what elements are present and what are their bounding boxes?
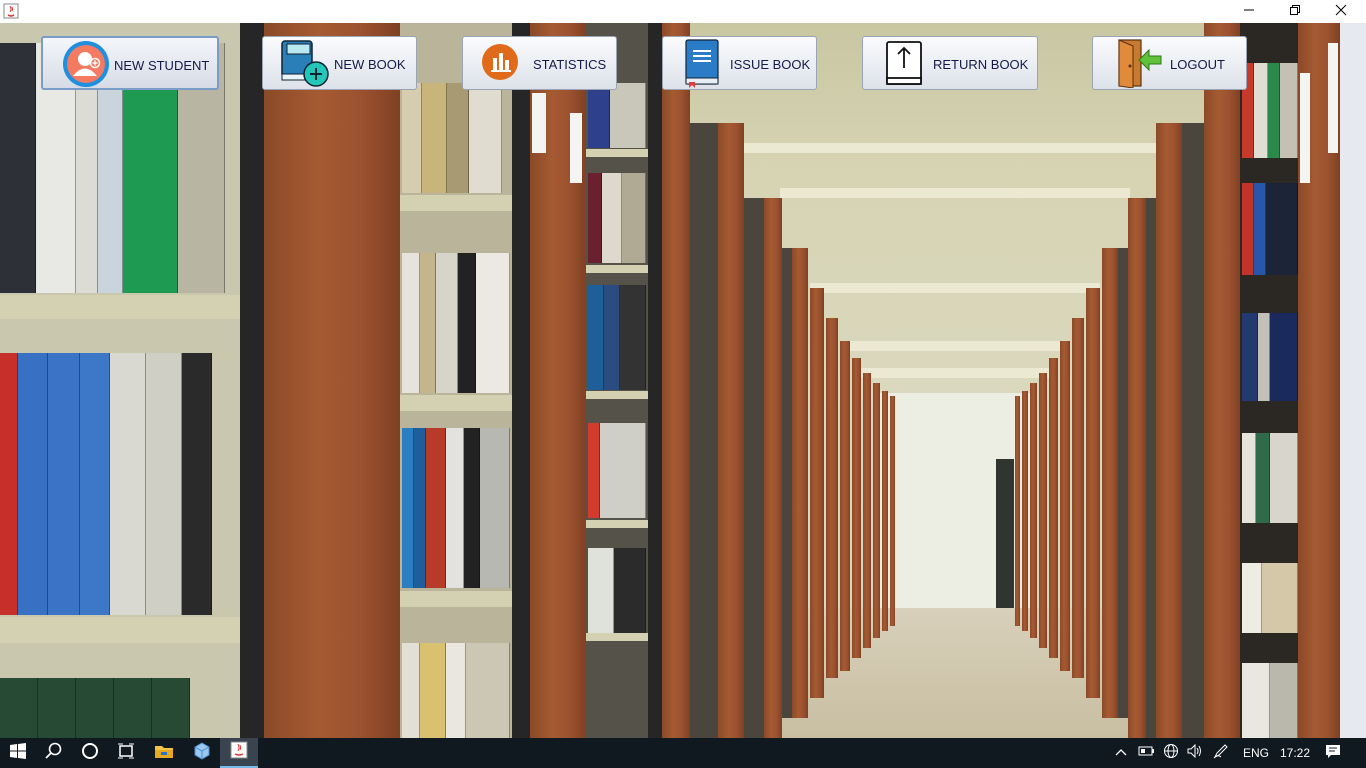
issue-book-label: ISSUE BOOK — [730, 57, 811, 72]
cortana-icon — [81, 742, 99, 765]
battery-icon — [1138, 744, 1156, 762]
window-title-bar — [0, 0, 1366, 23]
issue-book-icon — [681, 38, 731, 88]
action-center-button[interactable] — [1320, 738, 1346, 768]
new-student-label: NEW STUDENT — [114, 58, 210, 73]
language-indicator[interactable]: ENG — [1243, 738, 1269, 768]
new-book-label: NEW BOOK — [334, 57, 406, 72]
statistics-button[interactable]: STATISTICS — [462, 36, 617, 90]
return-book-icon — [882, 38, 932, 88]
library-aisle-image — [0, 23, 1340, 738]
restore-button[interactable] — [1272, 0, 1318, 23]
tray-overflow-button[interactable] — [1112, 738, 1130, 768]
notification-icon — [1325, 743, 1341, 764]
close-button[interactable] — [1318, 0, 1364, 23]
pen-button[interactable] — [1210, 738, 1232, 768]
close-icon — [1335, 3, 1347, 21]
logout-button[interactable]: LOGOUT — [1092, 36, 1247, 90]
return-book-button[interactable]: RETURN BOOK — [862, 36, 1038, 90]
right-margin — [1340, 23, 1366, 738]
task-view-icon — [117, 742, 135, 765]
java-app-icon — [230, 741, 248, 764]
minimize-icon — [1243, 3, 1255, 21]
chevron-up-icon — [1115, 744, 1127, 762]
book-add-icon — [279, 38, 329, 88]
pen-icon — [1213, 743, 1229, 764]
windows-start-icon — [10, 742, 26, 764]
cortana-button[interactable] — [72, 738, 108, 768]
student-add-icon — [61, 39, 111, 89]
return-book-label: RETURN BOOK — [933, 57, 1029, 72]
clock-time[interactable]: 17:22 — [1280, 738, 1310, 768]
app-cube-icon — [193, 741, 211, 765]
file-explorer-icon — [154, 743, 174, 764]
volume-button[interactable] — [1184, 738, 1206, 768]
speaker-icon — [1187, 743, 1203, 763]
minimize-button[interactable] — [1226, 0, 1272, 23]
restore-icon — [1289, 3, 1301, 21]
java-app-taskbar-button[interactable] — [220, 738, 258, 768]
main-panel: NEW STUDENT NEW BOOK STATISTICS ISSUE BO… — [0, 23, 1366, 738]
statistics-label: STATISTICS — [533, 57, 607, 72]
windows-start-button[interactable] — [0, 738, 36, 768]
new-student-button[interactable]: NEW STUDENT — [41, 36, 219, 90]
battery-button[interactable] — [1136, 738, 1158, 768]
task-view-button[interactable] — [108, 738, 144, 768]
chart-icon — [480, 38, 530, 88]
java-app-icon — [3, 3, 19, 19]
issue-book-button[interactable]: ISSUE BOOK — [662, 36, 817, 90]
search-button[interactable] — [36, 738, 72, 768]
search-icon — [45, 742, 63, 765]
logout-door-icon — [1115, 38, 1165, 89]
logout-label: LOGOUT — [1170, 57, 1225, 72]
file-explorer-button[interactable] — [146, 738, 182, 768]
taskbar: ENG 17:22 — [0, 738, 1366, 768]
network-button[interactable] — [1160, 738, 1182, 768]
app-cube-button[interactable] — [184, 738, 220, 768]
new-book-button[interactable]: NEW BOOK — [262, 36, 417, 90]
globe-icon — [1163, 743, 1179, 764]
